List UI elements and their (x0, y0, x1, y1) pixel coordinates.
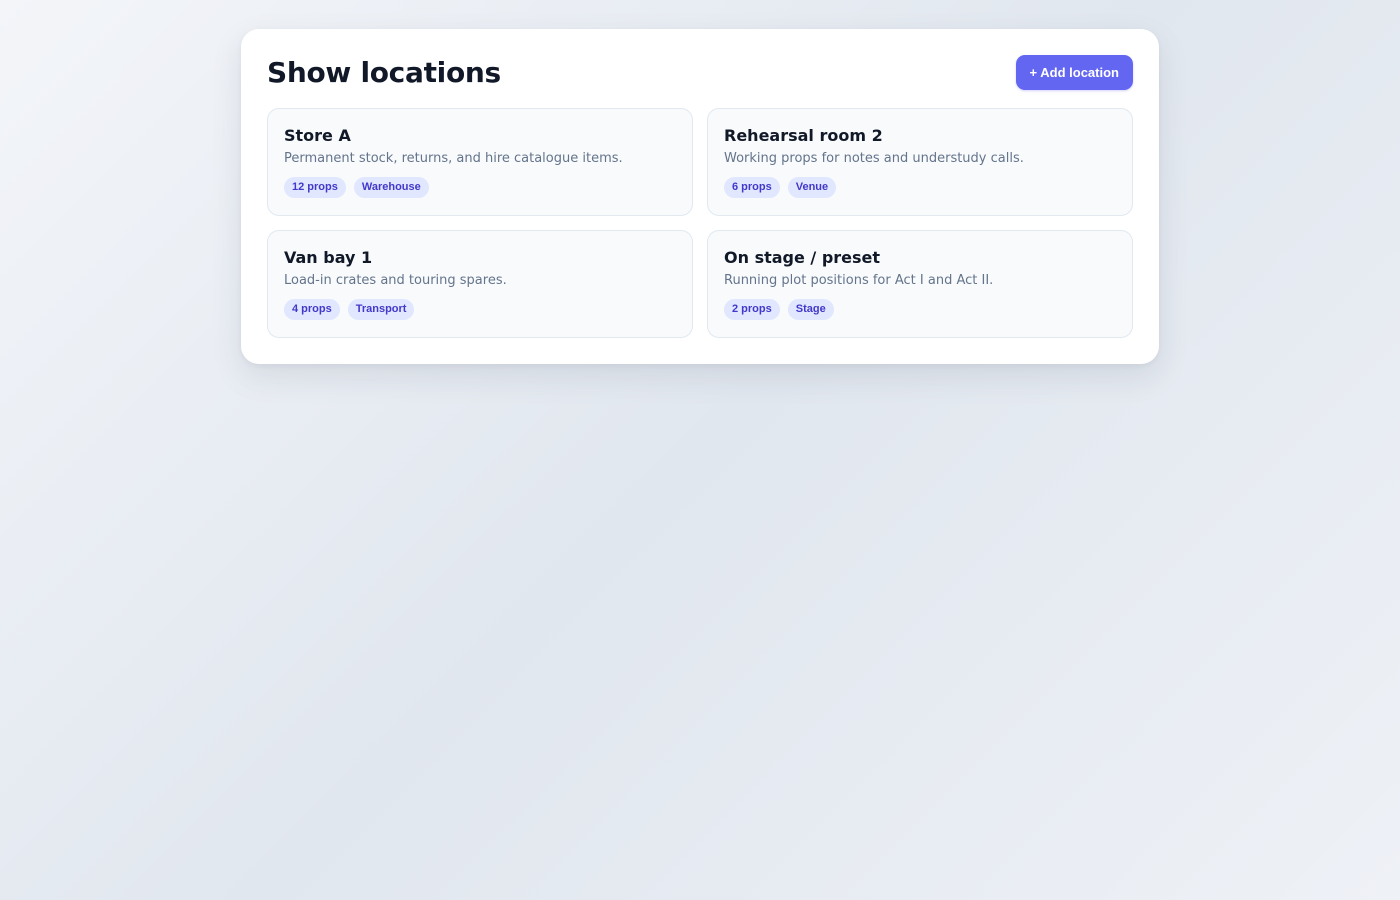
location-description: Running plot positions for Act I and Act… (724, 273, 994, 288)
location-name: Van bay 1 (284, 248, 373, 267)
category-badge: Stage (787, 299, 834, 320)
page-title: Show locations (267, 56, 501, 89)
location-tags: 12 props Warehouse (284, 177, 676, 198)
location-description: Permanent stock, returns, and hire catal… (284, 151, 623, 166)
category-badge: Transport (347, 299, 415, 320)
prop-count-badge: 4 props (284, 299, 340, 320)
location-card-store-a[interactable]: Store A Permanent stock, returns, and hi… (267, 108, 693, 216)
location-name: Rehearsal room 2 (724, 126, 883, 145)
category-badge: Warehouse (353, 177, 429, 198)
prop-count-badge: 2 props (724, 299, 780, 320)
prop-count-badge: 6 props (724, 177, 780, 198)
location-tags: 2 props Stage (724, 299, 1116, 320)
locations-panel: Show locations + Add location Store A Pe… (241, 29, 1159, 364)
prop-count-badge: 12 props (284, 177, 346, 198)
location-tags: 4 props Transport (284, 299, 676, 320)
location-name: Store A (284, 126, 351, 145)
add-location-button[interactable]: + Add location (1015, 55, 1133, 90)
category-badge: Venue (787, 177, 837, 198)
location-description: Load-in crates and touring spares. (284, 273, 507, 288)
location-card-van-bay-1[interactable]: Van bay 1 Load-in crates and touring spa… (267, 230, 693, 338)
location-description: Working props for notes and understudy c… (724, 151, 1024, 166)
location-card-on-stage-preset[interactable]: On stage / preset Running plot positions… (707, 230, 1133, 338)
location-card-rehearsal-room-2[interactable]: Rehearsal room 2 Working props for notes… (707, 108, 1133, 216)
locations-grid: Store A Permanent stock, returns, and hi… (267, 108, 1133, 338)
location-name: On stage / preset (724, 248, 881, 267)
location-tags: 6 props Venue (724, 177, 1116, 198)
